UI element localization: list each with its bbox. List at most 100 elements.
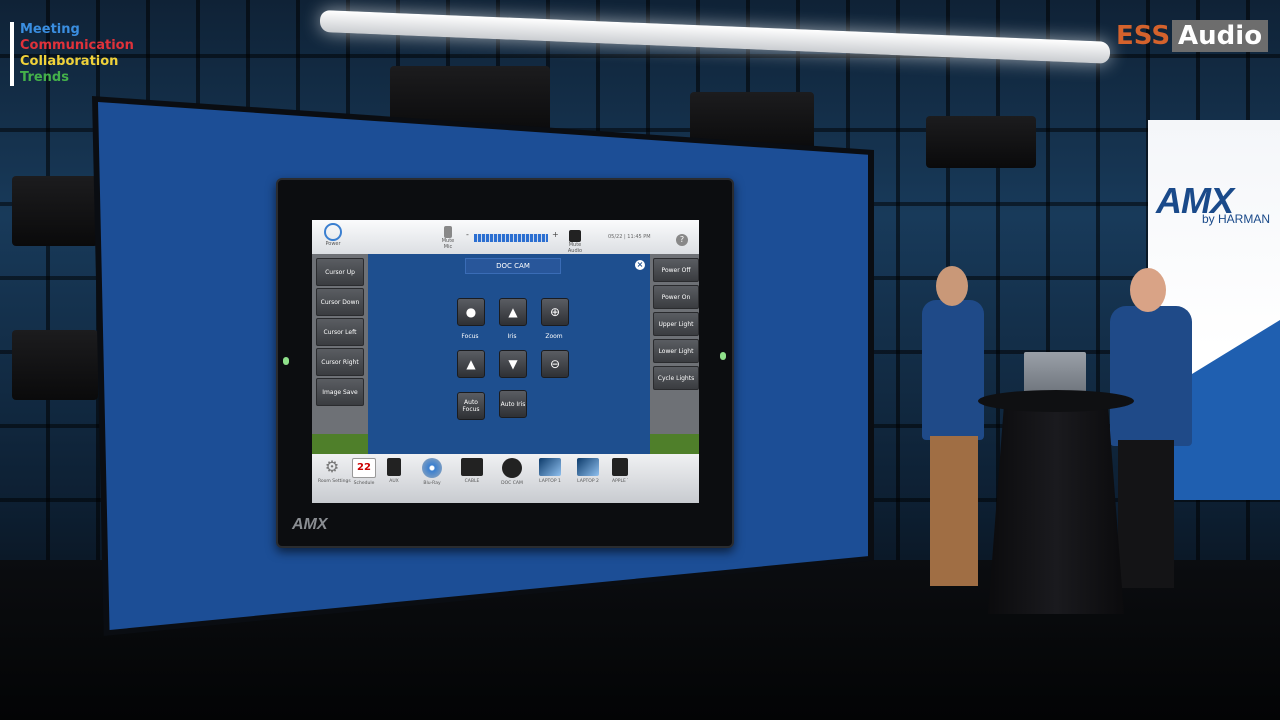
aux-icon: [387, 458, 401, 476]
cocktail-table: [988, 400, 1124, 614]
power-button[interactable]: Power: [318, 223, 348, 249]
zoom-out-icon: ⊖: [549, 357, 561, 371]
presenter-left-head: [936, 266, 968, 306]
monitor-icon: [612, 458, 628, 476]
cycle-lights-button[interactable]: Cycle Lights: [653, 366, 699, 390]
laptop-icon: [577, 458, 599, 476]
presenter-right-legs: [1118, 440, 1174, 588]
zoom-out-button[interactable]: ⊖: [541, 350, 569, 378]
page-title: DOC CAM: [465, 258, 561, 274]
power-label: Power: [325, 241, 341, 247]
panel-amx-logo: AMX: [292, 516, 328, 533]
power-on-button[interactable]: Power On: [653, 285, 699, 309]
mountain-icon: ▲: [466, 357, 476, 371]
source-label: DOC CAM: [501, 481, 523, 486]
zoom-in-icon: ⊕: [549, 305, 561, 319]
source-laptop-2[interactable]: LAPTOP 2: [574, 458, 602, 484]
presenter-right: [1110, 306, 1192, 446]
calendar-icon: 22: [352, 458, 376, 478]
upper-light-button[interactable]: Upper Light: [653, 312, 699, 336]
iris-label: Iris: [507, 333, 517, 340]
touch-screen: Power Mute Mic - + Mute Audio 05/22 | 11…: [312, 220, 699, 503]
power-off-button[interactable]: Power Off: [653, 258, 699, 282]
date-time: 05/22 | 11:45 PM: [608, 234, 651, 240]
tag-trends: Trends: [20, 70, 69, 85]
camera-icon: [502, 458, 522, 478]
image-save-button[interactable]: Image Save: [316, 378, 364, 406]
cursor-right-button[interactable]: Cursor Right: [316, 348, 364, 376]
mute-mic-button[interactable]: Mute Mic: [440, 226, 456, 250]
iris-open-button[interactable]: ▲: [499, 298, 527, 326]
triangle-up-icon: ▲: [508, 305, 518, 319]
cursor-down-button[interactable]: Cursor Down: [316, 288, 364, 316]
disc-icon: [422, 458, 442, 478]
presenter-left-legs: [930, 436, 978, 586]
power-icon: [324, 223, 342, 241]
ess-audio-logo: ESS Audio: [1116, 20, 1269, 52]
doc-cam-page: Cursor Up Cursor Down Cursor Left Cursor…: [312, 254, 699, 454]
source-blu-ray[interactable]: Blu-Ray: [418, 458, 446, 486]
close-button[interactable]: ×: [635, 260, 645, 270]
source-bar: ⚙ Room Settings 22 Schedule AUX Blu-Ray …: [312, 454, 699, 503]
source-label: APPLE TV: [612, 479, 628, 484]
source-label: Schedule: [353, 481, 375, 486]
cursor-left-button[interactable]: Cursor Left: [316, 318, 364, 346]
lower-light-button[interactable]: Lower Light: [653, 339, 699, 363]
mute-audio-button[interactable]: Mute Audio: [564, 230, 586, 254]
source-label: CABLE: [464, 479, 480, 484]
panel-sensor-right: [720, 352, 726, 360]
laptop: [1024, 352, 1086, 394]
focus-far-button[interactable]: ▲: [457, 350, 485, 378]
topic-tags: Meeting Communication Collaboration Tren…: [10, 22, 134, 86]
focus-label: Focus: [461, 333, 479, 340]
auto-focus-button[interactable]: Auto Focus: [457, 392, 485, 420]
harman-logo: by HARMAN: [1202, 212, 1271, 226]
source-schedule[interactable]: 22 Schedule: [350, 458, 378, 486]
source-label: LAPTOP 2: [577, 479, 599, 484]
source-doc-cam[interactable]: DOC CAM: [498, 458, 526, 486]
mute-audio-label: Mute Audio: [567, 242, 583, 254]
volume-bar[interactable]: [474, 234, 548, 242]
tag-communication: Communication: [20, 38, 134, 53]
table-top: [978, 390, 1134, 412]
microphone-icon: [444, 226, 452, 238]
speaker-icon: [569, 230, 581, 242]
tag-collaboration: Collaboration: [20, 54, 119, 69]
source-laptop-1[interactable]: LAPTOP 1: [536, 458, 564, 484]
logo-ess-text: ESS: [1116, 21, 1171, 51]
presenter-left: [922, 300, 984, 440]
volume-up-button[interactable]: +: [552, 230, 559, 239]
presenter-right-head: [1130, 268, 1166, 312]
source-label: AUX: [389, 479, 399, 484]
help-button[interactable]: ?: [676, 234, 688, 246]
laptop-icon: [539, 458, 561, 476]
tv-icon: [461, 458, 483, 476]
iris-close-button[interactable]: ▼: [499, 350, 527, 378]
source-apple-tv[interactable]: APPLE TV: [612, 458, 628, 484]
ceiling-speaker: [926, 116, 1036, 168]
cursor-up-button[interactable]: Cursor Up: [316, 258, 364, 286]
volume-down-button[interactable]: -: [466, 230, 469, 239]
left-green-strip: [312, 434, 368, 454]
source-label: LAPTOP 1: [539, 479, 561, 484]
left-button-column: Cursor Up Cursor Down Cursor Left Cursor…: [312, 254, 368, 454]
source-cable[interactable]: CABLE: [458, 458, 486, 484]
source-label: Room Settings: [318, 479, 351, 484]
logo-audio-text: Audio: [1172, 20, 1269, 52]
right-button-column: Power Off Power On Upper Light Lower Lig…: [650, 254, 699, 454]
source-label: Blu-Ray: [423, 481, 441, 486]
auto-iris-button[interactable]: Auto Iris: [499, 390, 527, 418]
tag-meeting: Meeting: [20, 22, 80, 37]
source-room-settings[interactable]: ⚙ Room Settings: [318, 458, 351, 485]
wall-speaker: [12, 176, 98, 246]
panel-sensor-left: [283, 357, 289, 365]
source-aux[interactable]: AUX: [380, 458, 408, 484]
triangle-down-icon: ▼: [508, 357, 518, 371]
right-green-strip: [650, 434, 699, 454]
top-bar: Power Mute Mic - + Mute Audio 05/22 | 11…: [312, 220, 699, 254]
focus-near-button[interactable]: ●: [457, 298, 485, 326]
person-icon: ●: [465, 305, 477, 319]
wall-speaker: [12, 330, 98, 400]
zoom-label: Zoom: [545, 333, 563, 340]
zoom-in-button[interactable]: ⊕: [541, 298, 569, 326]
